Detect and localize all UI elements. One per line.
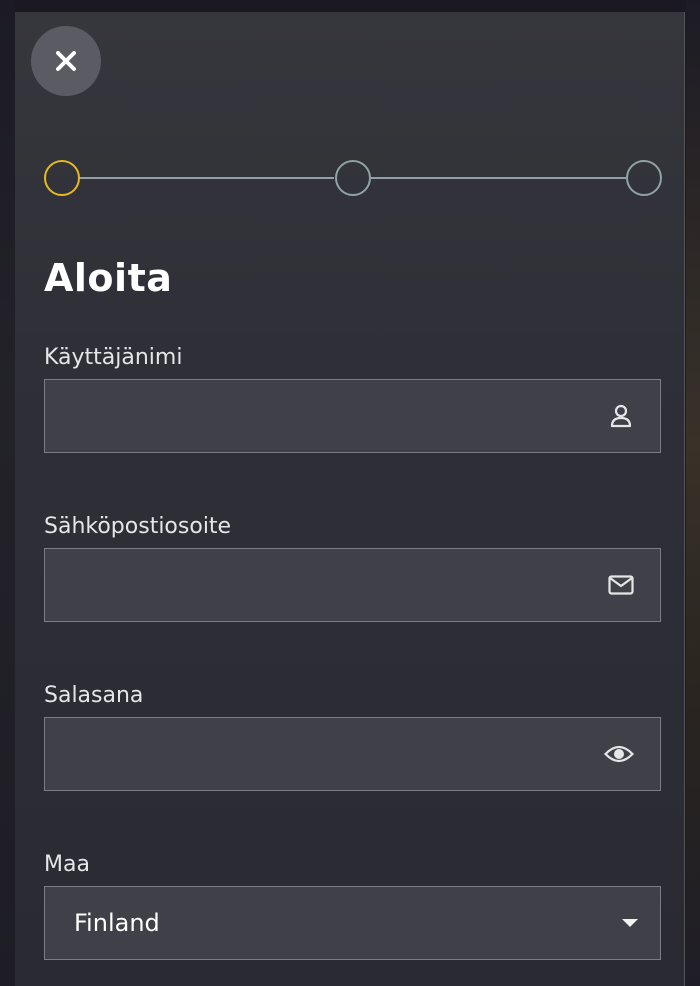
username-label: Käyttäjänimi bbox=[44, 345, 183, 370]
close-button[interactable] bbox=[31, 26, 101, 96]
username-input[interactable] bbox=[45, 380, 660, 452]
step-3-indicator bbox=[626, 160, 662, 196]
stepper-line-2 bbox=[370, 177, 626, 179]
username-field[interactable] bbox=[44, 379, 661, 453]
backdrop-top bbox=[0, 0, 700, 12]
password-field[interactable] bbox=[44, 717, 661, 791]
page-title: Aloita bbox=[44, 256, 173, 300]
step-1-indicator bbox=[44, 160, 80, 196]
envelope-icon bbox=[608, 572, 634, 598]
password-label: Salasana bbox=[44, 683, 144, 708]
step-2-indicator bbox=[335, 160, 371, 196]
backdrop-left bbox=[0, 0, 15, 986]
user-icon bbox=[608, 403, 634, 429]
caret-down-icon bbox=[622, 919, 638, 927]
registration-panel: Aloita Käyttäjänimi Sähköpostiosoite Sal… bbox=[15, 12, 685, 986]
eye-icon[interactable] bbox=[604, 741, 634, 767]
country-select[interactable]: Finland bbox=[44, 886, 661, 960]
email-input[interactable] bbox=[45, 549, 660, 621]
progress-stepper bbox=[44, 160, 662, 196]
stepper-line-1 bbox=[78, 177, 334, 179]
email-label: Sähköpostiosoite bbox=[44, 514, 232, 539]
email-field[interactable] bbox=[44, 548, 661, 622]
close-icon bbox=[56, 51, 76, 71]
backdrop-right bbox=[686, 0, 700, 986]
password-input[interactable] bbox=[45, 718, 660, 790]
country-selected-value: Finland bbox=[74, 909, 160, 937]
country-label: Maa bbox=[44, 852, 90, 877]
